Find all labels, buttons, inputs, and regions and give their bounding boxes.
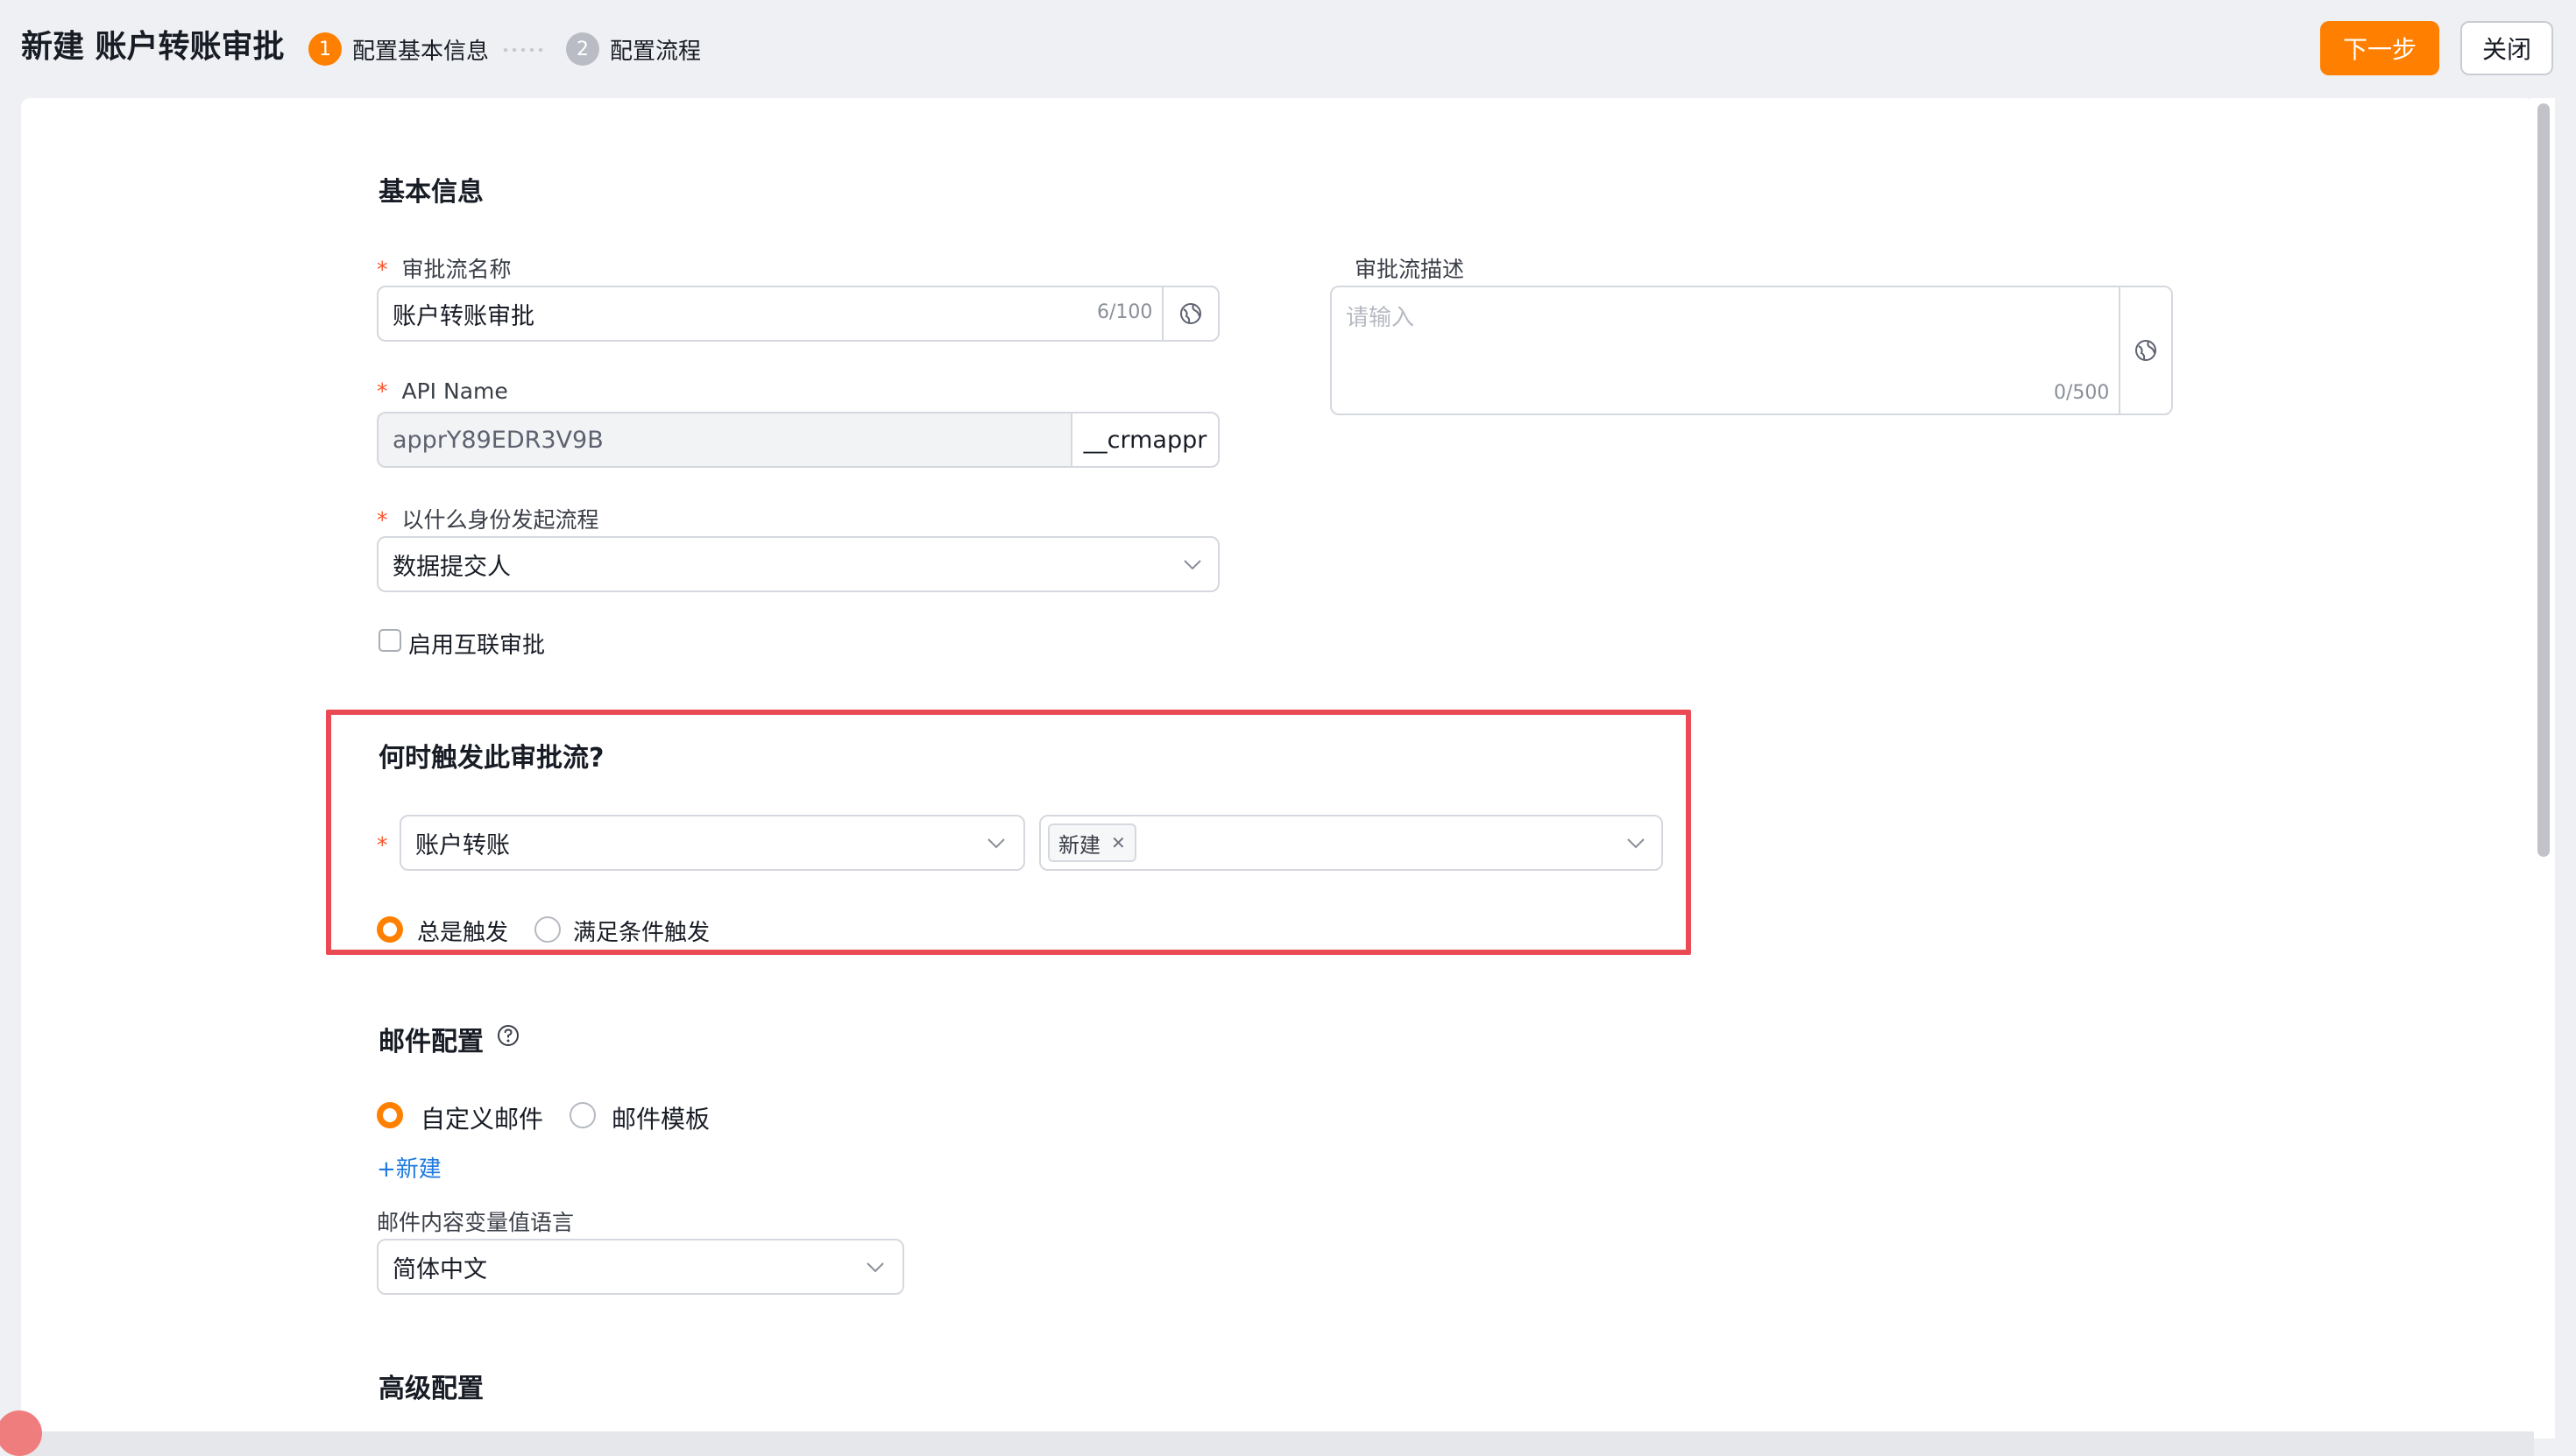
page-header: 新建 账户转账审批 1 配置基本信息 2 配置流程 下一步 关闭 [0,0,2576,96]
section-title-advanced: 高级配置 [379,1374,484,1404]
step-config-flow[interactable]: 2 配置流程 [566,32,701,67]
next-step-button[interactable]: 下一步 [2320,21,2439,75]
section-title-trigger: 何时触发此审批流? [379,743,605,774]
name-label: * 审批流名称 [377,257,512,282]
chevron-down-icon [867,1262,884,1273]
name-translate-button[interactable] [1162,287,1218,340]
api-name-suffix: __crmappr [1071,413,1218,466]
event-tag[interactable]: 新建 ✕ [1048,823,1136,862]
help-icon[interactable] [496,1023,520,1048]
step-label: 配置基本信息 [352,38,490,65]
desc-counter: 0/500 [2054,382,2110,404]
email-lang-label: 邮件内容变量值语言 [377,1210,575,1235]
trigger-required-mark: * [377,832,388,858]
radio-always-trigger[interactable] [377,916,403,943]
desc-translate-button[interactable] [2119,287,2171,413]
step-label: 配置流程 [610,38,702,65]
section-title-email: 邮件配置 [379,1027,484,1057]
step-basic-info[interactable]: 1 配置基本信息 [308,32,489,67]
step-divider [501,48,545,52]
step-number: 2 [566,32,599,66]
interconnect-checkbox[interactable] [379,629,401,652]
email-lang-value: 简体中文 [393,1255,487,1283]
event-tag-label: 新建 [1058,832,1100,858]
interconnect-label: 启用互联审批 [408,633,546,659]
name-counter: 6/100 [1097,301,1153,323]
step-number: 1 [308,32,342,66]
chevron-down-icon [1627,838,1645,849]
desc-placeholder: 请输入 [1346,305,1415,331]
radio-always-trigger-label: 总是触发 [417,920,509,946]
identity-value: 数据提交人 [393,553,511,581]
chevron-down-icon [1184,560,1201,570]
radio-custom-email-label: 自定义邮件 [421,1105,544,1134]
api-name-value: apprY89EDR3V9B [393,426,604,454]
close-icon[interactable]: ✕ [1111,832,1126,853]
api-name-label: * API Name [377,378,508,404]
section-title-basic: 基本信息 [379,177,484,208]
radio-condition-trigger[interactable] [534,916,561,943]
approval-name-input[interactable]: 账户转账审批 [377,286,1220,342]
radio-condition-trigger-label: 满足条件触发 [573,920,711,946]
chevron-down-icon [987,838,1005,849]
approval-desc-input[interactable]: 请输入 [1330,286,2173,415]
globe-icon [1180,303,1201,324]
approval-name-value: 账户转账审批 [393,302,534,330]
globe-icon [2135,340,2156,361]
page-title: 新建 账户转账审批 [21,29,285,65]
horizontal-scrollbar[interactable] [21,1431,2534,1456]
radio-email-template[interactable] [570,1102,596,1128]
trigger-object-value: 账户转账 [415,831,510,859]
close-button[interactable]: 关闭 [2460,21,2553,75]
trigger-object-select[interactable]: 账户转账 [400,815,1025,871]
desc-label: 审批流描述 [1355,257,1465,282]
radio-email-template-label: 邮件模板 [612,1105,711,1134]
radio-custom-email[interactable] [377,1102,403,1128]
identity-label: * 以什么身份发起流程 [377,507,599,533]
vertical-scrollbar-thumb[interactable] [2537,103,2550,857]
email-lang-select[interactable]: 简体中文 [377,1239,904,1295]
identity-select[interactable]: 数据提交人 [377,536,1220,592]
new-email-link[interactable]: +新建 [377,1151,442,1184]
